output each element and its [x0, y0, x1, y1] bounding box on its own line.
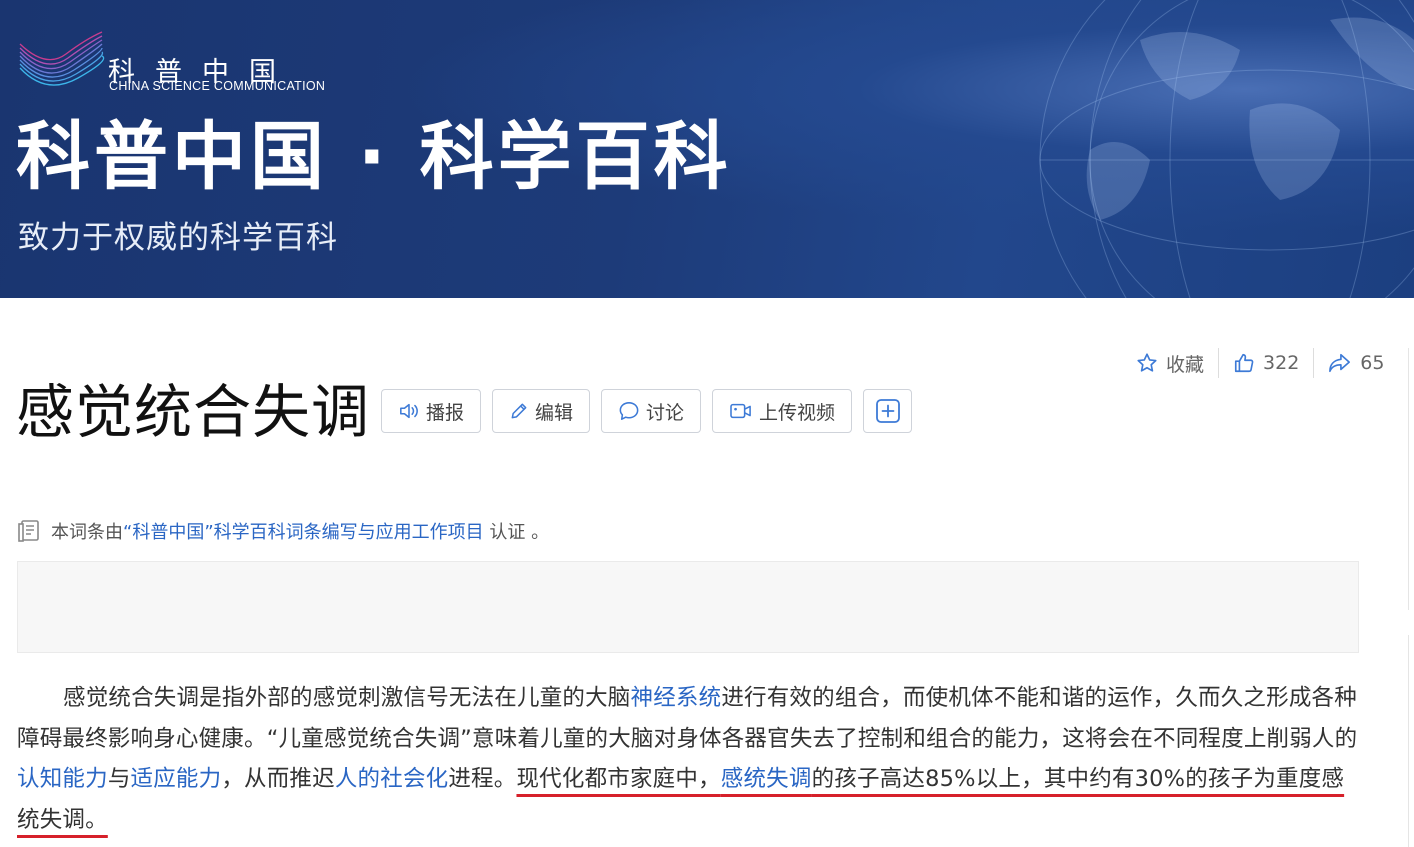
site-logo[interactable]: 科普中国 CHINA SCIENCE COMMUNICATION [16, 24, 396, 104]
link-cognitive-ability[interactable]: 认知能力 [17, 766, 108, 792]
stats-divider [1313, 348, 1315, 378]
video-camera-icon [730, 403, 751, 419]
document-icon [18, 520, 39, 542]
paragraph-text: 感觉统合失调是指外部的感觉刺激信号无法在儿童的大脑 [63, 685, 631, 711]
logo-wave-icon [19, 31, 105, 86]
stats-divider [1218, 348, 1220, 378]
link-nervous-system[interactable]: 神经系统 [631, 685, 722, 711]
paragraph-text: 进程。 [448, 766, 517, 792]
broadcast-button[interactable]: 播报 [381, 389, 482, 433]
entry-toolbar: 播报 编辑 讨论 上传视频 [381, 389, 913, 433]
link-socialization[interactable]: 人的社会化 [335, 766, 449, 792]
share-arrow-icon [1329, 353, 1351, 373]
speaker-icon [400, 403, 418, 419]
thumbs-up-icon [1234, 353, 1254, 373]
highlight-text: 现代化都市家庭中， [516, 766, 721, 792]
speech-bubble-icon [619, 402, 639, 420]
paragraph-text: ，从而推迟 [221, 766, 335, 792]
plus-square-icon [875, 399, 900, 423]
certification-line: 本词条由“科普中国”科学百科词条编写与应用工作项目 认证 。 [17, 518, 549, 544]
right-edge-divider [1408, 635, 1409, 847]
site-banner: 科普中国 CHINA SCIENCE COMMUNICATION 科普中国 · … [0, 0, 1414, 298]
banner-title: 科普中国 · 科学百科 [16, 114, 732, 200]
certify-prefix: 本词条由 [51, 522, 123, 543]
like-count: 322 [1263, 352, 1300, 374]
share-button[interactable]: 65 [1328, 352, 1384, 374]
logo-english-text: CHINA SCIENCE COMMUNICATION [109, 79, 326, 93]
content-placeholder-box [17, 561, 1359, 653]
link-adaptive-ability[interactable]: 适应能力 [131, 766, 222, 792]
discuss-button[interactable]: 讨论 [601, 389, 702, 433]
banner-subtitle: 致力于权威的科学百科 [18, 220, 338, 256]
upload-video-label: 上传视频 [759, 401, 836, 424]
upload-video-button[interactable]: 上传视频 [712, 389, 853, 433]
share-count: 65 [1360, 352, 1385, 374]
entry-stats: 收藏 322 65 [1136, 347, 1384, 379]
add-button[interactable] [863, 389, 913, 433]
certify-suffix: 认证 。 [483, 522, 550, 543]
summary-paragraph: 感觉统合失调是指外部的感觉刺激信号无法在儿童的大脑神经系统进行有效的组合，而使机… [17, 678, 1362, 840]
edit-button[interactable]: 编辑 [492, 389, 591, 433]
like-button[interactable]: 322 [1233, 352, 1299, 374]
paragraph-text: 与 [107, 766, 131, 792]
certify-org-link[interactable]: “科普中国”科学百科词条编写与应用工作项目 [123, 522, 484, 543]
star-icon [1137, 353, 1157, 372]
discuss-label: 讨论 [646, 401, 685, 424]
edit-label: 编辑 [535, 401, 574, 424]
right-edge-divider [1408, 348, 1409, 610]
entry-title: 感觉统合失调 [16, 378, 371, 446]
favorite-button[interactable]: 收藏 [1136, 350, 1204, 377]
broadcast-label: 播报 [426, 401, 465, 424]
favorite-label: 收藏 [1166, 353, 1205, 376]
link-sensory-disorder[interactable]: 感统失调 [721, 766, 812, 792]
pencil-icon [511, 403, 527, 419]
